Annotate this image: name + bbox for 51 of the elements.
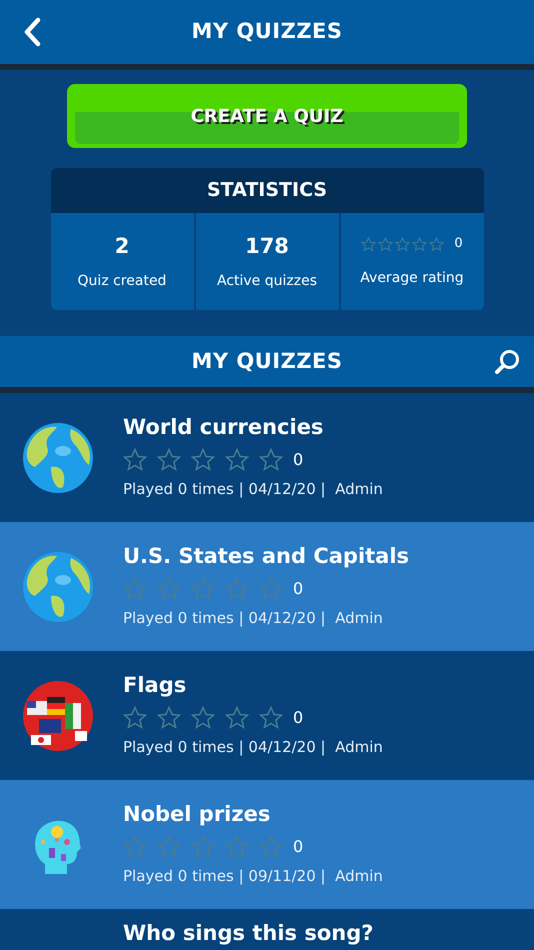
quiz-row[interactable]: Nobel prizes 0 Played 0 times | 09/11/20 | Admin <box>0 780 534 909</box>
stat-label: Active quizzes <box>216 272 317 291</box>
statistics-title: STATISTICS <box>206 178 328 204</box>
star-icon <box>259 576 283 601</box>
star-icon <box>157 706 181 730</box>
quiz-info: Played 0 times | 09/11/20 | Admin <box>123 866 383 887</box>
rating-count: 0 <box>293 706 304 729</box>
create-quiz-button[interactable]: CREATE A QUIZ <box>67 84 467 148</box>
star-icon <box>378 236 394 252</box>
star-icon <box>191 834 215 859</box>
stat-label: Quiz created <box>78 272 166 291</box>
star-icon <box>123 448 147 472</box>
star-icon <box>225 576 249 601</box>
rating-count: 0 <box>293 578 304 600</box>
star-icon <box>123 576 147 601</box>
star-icon <box>157 448 181 472</box>
star-icon <box>361 236 376 252</box>
star-icon <box>225 448 249 472</box>
star-icon <box>259 834 283 859</box>
quiz-info: Played 0 times | 04/12/20 | Admin <box>123 736 383 758</box>
quiz-row[interactable]: U.S. States and Capitals 0 Played 0 times | 04/12/20 | Admin <box>0 522 534 651</box>
quiz-title: Flags <box>123 672 188 698</box>
quiz-title: Who sings this song? <box>123 922 374 946</box>
rating-count: 0 <box>293 448 304 471</box>
stat-value: 178 <box>245 233 289 260</box>
rating-count: 0 <box>454 235 463 254</box>
star-icon <box>191 576 215 601</box>
screen-title: MY QUIZZES <box>191 18 343 46</box>
quiz-info: Played 0 times | 04/12/20 | Admin <box>123 478 383 500</box>
star-icon <box>157 576 181 601</box>
star-icon <box>157 834 181 859</box>
star-icon <box>395 236 410 252</box>
star-icon <box>412 236 428 252</box>
star-icon <box>429 236 444 252</box>
star-icon <box>123 706 147 730</box>
quiz-title: U.S. States and Capitals <box>123 544 410 569</box>
star-icon <box>191 706 215 730</box>
star-icon <box>225 834 249 859</box>
star-icon <box>225 706 249 730</box>
search-button[interactable] <box>494 349 520 375</box>
star-icon <box>259 448 283 472</box>
rating-count: 0 <box>293 836 304 858</box>
stat-value: 2 <box>114 233 130 260</box>
star-icon <box>259 706 283 730</box>
section-title: MY QUIZZES <box>191 348 343 375</box>
star-icon <box>191 448 215 472</box>
quiz-title: World currencies <box>123 414 324 440</box>
stat-label: Average rating <box>360 268 464 288</box>
quiz-title: Nobel prizes <box>123 802 272 827</box>
quiz-info: Played 0 times | 04/12/20 | Admin <box>123 608 384 629</box>
star-icon <box>123 834 147 859</box>
